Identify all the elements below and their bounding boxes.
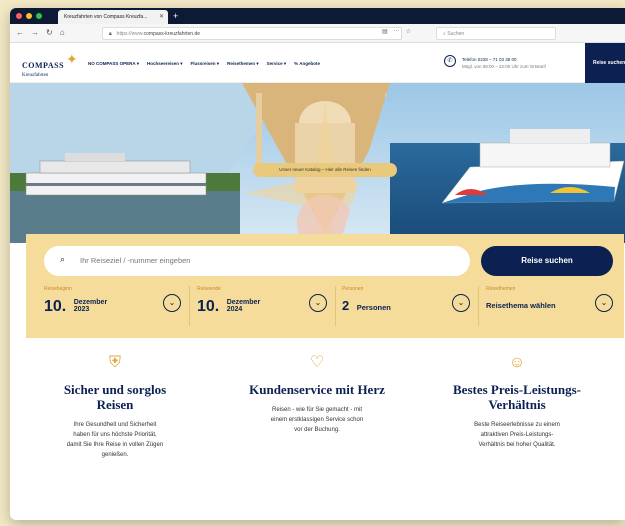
- feature-title: Kundenservice mit Herz: [249, 382, 385, 397]
- theme-chevron-icon[interactable]: ⌄: [595, 294, 613, 312]
- feature-value: ☺ Bestes Preis-Leistungs- Verhältnis Best…: [432, 348, 602, 450]
- feature-text: Beste Reiseerlebnisse zu einem attraktive…: [474, 422, 560, 448]
- person-service-icon: ☺: [508, 354, 526, 371]
- nav-item-opera[interactable]: NO COMPASS OPERA ▾: [88, 61, 139, 67]
- tab-bar: Kreuzfahrten von Compass Kreuzfa... ✕ +: [10, 8, 625, 24]
- feature-title: Sicher und sorglos Reisen: [63, 382, 167, 412]
- forward-icon[interactable]: →: [31, 28, 39, 37]
- start-year: 2023: [73, 306, 90, 313]
- browser-window: Kreuzfahrten von Compass Kreuzfa... ✕ + …: [10, 8, 625, 520]
- reload-icon[interactable]: ↻: [46, 28, 53, 37]
- persons-field[interactable]: Personen 2 Personen: [342, 286, 391, 315]
- end-month: Dezember: [226, 299, 261, 306]
- phone-icon: ✆: [444, 55, 456, 67]
- maximize-window-button[interactable]: [36, 13, 42, 19]
- end-date-label: Reiseende: [197, 286, 221, 292]
- tab-close-icon[interactable]: ✕: [159, 13, 164, 20]
- search-trip-button[interactable]: Reise suchen: [481, 246, 613, 276]
- reader-icon[interactable]: ▤: [382, 28, 388, 35]
- theme-text: Reisethema wählen: [486, 301, 556, 310]
- close-window-button[interactable]: [16, 13, 22, 19]
- logo-main: COMPASS: [22, 61, 65, 70]
- handshake-icon: ♡: [309, 354, 325, 371]
- url-domain: compass-kreuzfahrten.de: [143, 31, 201, 37]
- persons-count: 2: [342, 298, 350, 313]
- start-date-chevron-icon[interactable]: ⌄: [163, 294, 181, 312]
- persons-chevron-icon[interactable]: ⌄: [452, 294, 470, 312]
- back-icon[interactable]: ←: [16, 28, 24, 37]
- nav-item-hochseereisen[interactable]: Hochseereisen ▾: [147, 61, 183, 67]
- theme-label: Reisethemen: [486, 286, 516, 292]
- end-date-chevron-icon[interactable]: ⌄: [309, 294, 327, 312]
- browser-search-input[interactable]: ⌕ Suchen: [436, 27, 556, 40]
- more-icon[interactable]: ···: [394, 28, 400, 35]
- nav-item-flussreisen[interactable]: Flussreisen ▾: [191, 61, 220, 67]
- feature-title: Bestes Preis-Leistungs- Verhältnis: [453, 382, 581, 412]
- nav-item-angebote[interactable]: % Angebote: [294, 61, 320, 67]
- catalog-banner-button[interactable]: Unser neuer Katalog – Hier alle Reisen f…: [253, 163, 397, 177]
- lock-icon: 🔒︎: [109, 31, 112, 37]
- divider: [335, 286, 336, 326]
- header-search-button[interactable]: Reise suchen: [585, 43, 625, 83]
- destination-placeholder: Ihr Reiseziel / -nummer eingeben: [80, 256, 191, 265]
- end-year: 2024: [226, 306, 243, 313]
- divider: [478, 286, 479, 326]
- persons-text: Personen: [356, 303, 391, 312]
- address-field[interactable]: 🔒︎ https://www.compass-kreuzfahrten.de: [102, 27, 402, 40]
- nav-item-reisethemen[interactable]: Reisethemen ▾: [227, 61, 259, 67]
- persons-label: Personen: [342, 286, 364, 292]
- feature-safety: ⛨ Sicher und sorglos Reisen Ihre Gesundhe…: [30, 348, 200, 460]
- url-prefix: https://www.: [116, 31, 144, 37]
- start-date-label: Reisebeginn: [44, 286, 72, 292]
- start-month: Dezember: [73, 299, 108, 306]
- feature-service: ♡ Kundenservice mit Herz Reisen - wie fü…: [232, 348, 402, 435]
- search-icon: ⌕: [443, 31, 446, 37]
- hero-banner: Unser neuer Katalog – Hier alle Reisen f…: [10, 83, 625, 243]
- logo-sub: Kreuzfahrten: [22, 73, 49, 78]
- browser-search-placeholder: Suchen: [447, 31, 465, 37]
- shield-hand-icon: ⛨: [108, 354, 121, 371]
- end-date-field[interactable]: Reiseende 10. Dezember 2024: [197, 286, 260, 316]
- divider: [189, 286, 190, 326]
- nav-item-service[interactable]: Service ▾: [267, 61, 287, 67]
- start-day: 10.: [44, 298, 67, 315]
- search-icon: ⌕: [60, 254, 66, 264]
- start-date-field[interactable]: Reisebeginn 10. Dezember 2023: [44, 286, 107, 316]
- window-controls: [16, 13, 42, 19]
- main-nav: NO COMPASS OPERA ▾ Hochseereisen ▾ Fluss…: [88, 61, 320, 67]
- browser-tab[interactable]: Kreuzfahrten von Compass Kreuzfa... ✕: [58, 10, 168, 24]
- compass-star-icon: ✦: [66, 53, 78, 68]
- site-header: COMPASS Kreuzfahrten ✦ NO COMPASS OPERA …: [10, 43, 625, 83]
- feature-text: Reisen - wie für Sie gemacht - mit einem …: [270, 407, 364, 433]
- theme-field[interactable]: Reisethemen Reisethema wählen: [486, 286, 556, 313]
- end-day: 10.: [197, 298, 220, 315]
- tab-title: Kreuzfahrten von Compass Kreuzfa...: [64, 14, 148, 20]
- compass-logo[interactable]: COMPASS Kreuzfahrten ✦: [22, 53, 78, 78]
- phone-info: Telefon 0228 – 71 03 38 00 Mögl. von 08:…: [462, 56, 546, 70]
- destination-search-input[interactable]: ⌕ Ihr Reiseziel / -nummer eingeben: [44, 246, 470, 276]
- minimize-window-button[interactable]: [26, 13, 32, 19]
- home-icon[interactable]: ⌂: [60, 28, 65, 37]
- booking-panel: ⌕ Ihr Reiseziel / -nummer eingeben Reise…: [26, 234, 624, 338]
- bookmark-icon[interactable]: ☆: [406, 28, 411, 35]
- phone-number: Telefon 0228 – 71 03 38 00: [462, 57, 517, 62]
- url-bar: ← → ↻ ⌂ 🔒︎ https://www.compass-kreuzfahr…: [10, 24, 625, 43]
- feature-text: Ihre Gesundheit und Sicherheit haben für …: [66, 422, 164, 458]
- phone-hours: Mögl. von 08:00 – 22:00 Uhr zum Ortstari…: [462, 64, 546, 69]
- new-tab-button[interactable]: +: [173, 11, 178, 21]
